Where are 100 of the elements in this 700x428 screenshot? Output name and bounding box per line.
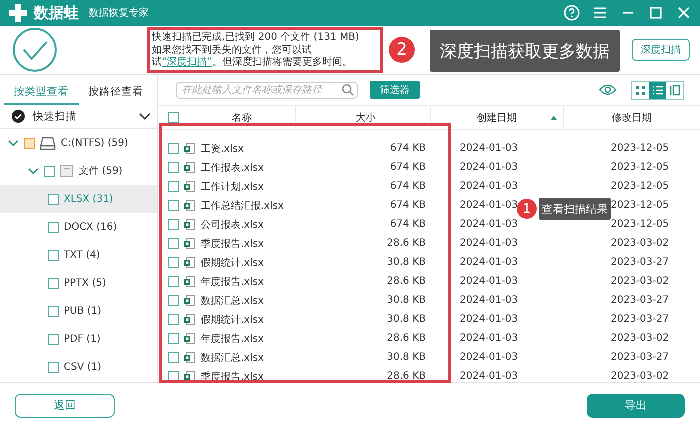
eye-icon[interactable]	[599, 84, 617, 96]
step-number-badge: 2	[389, 37, 415, 63]
created-date: 2024-01-03	[460, 219, 518, 230]
view-tab[interactable]: 按路径查看	[78, 85, 153, 105]
checkbox[interactable]	[168, 162, 179, 173]
checkbox[interactable]	[168, 276, 179, 287]
created-date: 2024-01-03	[460, 314, 518, 325]
file-name: 工作报表.xlsx	[201, 162, 264, 174]
created-date: 2024-01-03	[460, 257, 518, 268]
checkbox[interactable]	[168, 219, 179, 230]
modified-date: 2023-03-02	[611, 276, 670, 287]
file-name: 季度报告.xlsx	[201, 238, 264, 250]
select-all-checkbox[interactable]	[168, 112, 179, 123]
checkbox[interactable]	[48, 222, 59, 232]
checkbox[interactable]	[168, 352, 179, 363]
list-view-button[interactable]	[649, 82, 666, 98]
checkbox[interactable]	[168, 314, 179, 325]
app-name: 数据蛙	[34, 4, 79, 22]
created-date: 2024-01-03	[460, 333, 518, 344]
tree-item[interactable]: 文件 (59)	[0, 157, 157, 185]
created-date: 2024-01-03	[460, 143, 518, 154]
help-icon[interactable]	[564, 5, 580, 21]
search-field[interactable]: 在此处输入文件名称或保存路径	[176, 82, 358, 98]
file-name: 工资.xlsx	[201, 142, 244, 156]
column-header: 修改日期	[612, 112, 652, 124]
file-size: 28.6 KB	[387, 238, 426, 249]
file-name: 假期统计.xlsx	[201, 314, 264, 326]
spreadsheet-file-icon	[184, 294, 196, 306]
checkbox[interactable]	[168, 295, 179, 306]
step-number-badge: 1	[517, 199, 537, 219]
export-button[interactable]: 导出	[587, 394, 685, 418]
created-date: 2024-01-03	[460, 352, 518, 363]
file-size: 28.6 KB	[387, 333, 426, 344]
spreadsheet-file-icon	[184, 200, 196, 212]
checkbox[interactable]	[48, 362, 59, 372]
cross-logo-icon	[8, 3, 28, 23]
column-header: 大小	[356, 112, 376, 124]
check-circle-icon	[12, 110, 25, 123]
file-name: 数据汇总.xlsx	[201, 352, 264, 364]
file-size: 28.6 KB	[387, 276, 426, 287]
created-date: 2024-01-03	[460, 276, 518, 287]
maximize-icon[interactable]	[648, 5, 664, 21]
created-date: 2024-01-03	[460, 295, 518, 306]
tree-item[interactable]: C:(NTFS) (59)	[0, 129, 157, 157]
created-date: 2024-01-03	[460, 181, 518, 192]
back-button[interactable]: 返回	[15, 394, 115, 418]
checkmark-circle-icon	[12, 27, 58, 73]
modified-date: 2023-12-05	[611, 162, 670, 173]
checkbox[interactable]	[24, 138, 35, 148]
checkbox[interactable]	[48, 250, 59, 260]
checkbox[interactable]	[48, 278, 59, 288]
spreadsheet-file-icon	[184, 276, 196, 288]
spreadsheet-file-icon	[184, 162, 196, 174]
file-name: 年度报告.xlsx	[201, 276, 264, 288]
tree-item[interactable]: PPTX (5)	[0, 269, 157, 297]
menu-icon[interactable]	[592, 5, 608, 21]
spreadsheet-file-icon	[184, 256, 196, 268]
filter-button[interactable]: 筛选器	[370, 81, 420, 99]
tree-item[interactable]: CSV (1)	[0, 353, 157, 381]
file-size: 30.8 KB	[387, 295, 426, 306]
folder-icon	[60, 164, 74, 178]
drive-icon	[40, 136, 56, 150]
spreadsheet-file-icon	[184, 370, 196, 382]
modified-date: 2023-12-05	[611, 219, 670, 230]
modified-date: 2023-03-27	[611, 295, 670, 306]
deep-scan-button[interactable]: 深度扫描	[632, 39, 690, 61]
checkbox[interactable]	[168, 257, 179, 268]
chevron-down-icon	[139, 112, 151, 120]
scan-mode-dropdown[interactable]: 快速扫描	[0, 105, 157, 129]
checkbox[interactable]	[168, 238, 179, 249]
modified-date: 2023-03-02	[611, 333, 670, 344]
list-view-icon	[652, 84, 664, 96]
app-subtitle: 数据恢复专家	[89, 6, 149, 20]
tree-item[interactable]: PDF (1)	[0, 325, 157, 353]
checkbox[interactable]	[168, 143, 179, 154]
view-tab[interactable]: 按类型查看	[4, 85, 78, 105]
checkbox[interactable]	[168, 200, 179, 211]
checkbox[interactable]	[168, 181, 179, 192]
tree-item[interactable]: TXT (4)	[0, 241, 157, 269]
callout-label: 查看扫描结果	[539, 198, 611, 220]
column-header: 创建日期	[477, 112, 517, 124]
spreadsheet-file-icon	[184, 352, 196, 364]
spreadsheet-file-icon	[184, 218, 196, 230]
checkbox[interactable]	[48, 334, 59, 344]
checkbox[interactable]	[168, 333, 179, 344]
spreadsheet-file-icon	[184, 238, 196, 250]
file-size: 674 KB	[390, 219, 426, 230]
grid-view-icon	[634, 84, 646, 96]
tree-item[interactable]: PUB (1)	[0, 297, 157, 325]
checkbox[interactable]	[48, 194, 59, 204]
deep-scan-link[interactable]: “深度扫描”	[162, 56, 212, 68]
close-icon[interactable]	[676, 5, 692, 21]
file-name: 公司报表.xlsx	[201, 218, 264, 232]
tree-item[interactable]: DOCX (16)	[0, 213, 157, 241]
modified-date: 2023-03-27	[611, 314, 670, 325]
file-name: 假期统计.xlsx	[201, 256, 264, 270]
modified-date: 2023-12-05	[611, 200, 670, 211]
checkbox[interactable]	[48, 306, 59, 316]
checkbox[interactable]	[44, 166, 55, 176]
modified-date: 2023-12-05	[611, 143, 670, 154]
